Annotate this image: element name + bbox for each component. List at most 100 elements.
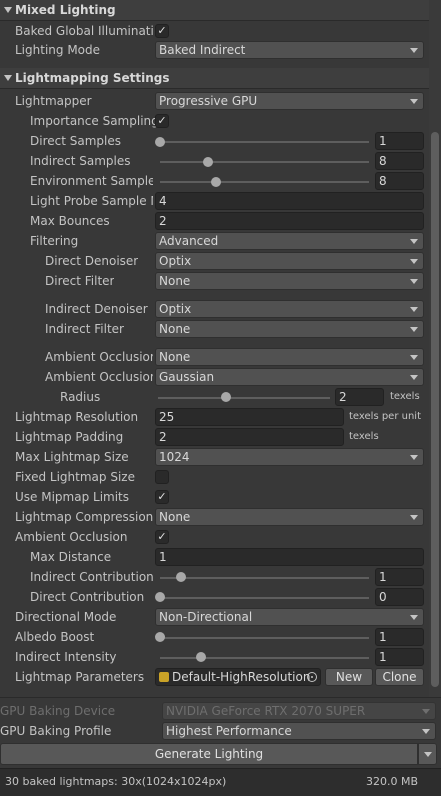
indirect-contribution-field[interactable]: 1 (375, 568, 424, 586)
filtering-dropdown[interactable]: Advanced (155, 232, 424, 250)
directional-mode-value: Non-Directional (159, 610, 253, 624)
indirect-denoiser-value: Optix (159, 302, 192, 316)
radius-knob[interactable] (221, 392, 231, 402)
ao-filter-dropdown[interactable]: Gaussian (155, 368, 424, 386)
indirect-filter-dropdown[interactable]: None (155, 320, 424, 338)
ao-denoiser-dropdown[interactable]: None (155, 348, 424, 366)
filtering-value: Advanced (159, 234, 219, 248)
status-bar: 30 baked lightmaps: 30x(1024x1024px) 320… (0, 768, 441, 796)
indirect-filter-value: None (159, 322, 191, 336)
inspector-scrollbar[interactable] (429, 0, 441, 697)
direct-contribution-knob[interactable] (155, 592, 165, 602)
lighting-mode-value: Baked Indirect (159, 43, 246, 57)
lightmap-padding-field[interactable]: 2 (155, 428, 344, 446)
dropdown-arrow-icon (410, 515, 418, 520)
filtering-label: Filtering (30, 234, 79, 248)
max-bounces-field[interactable]: 2 (155, 212, 424, 230)
lightmap-compression-dropdown[interactable]: None (155, 508, 424, 526)
mixed-lighting-title: Mixed Lighting (15, 3, 116, 17)
dropdown-arrow-icon (410, 48, 418, 53)
object-picker-icon[interactable] (307, 672, 317, 682)
direct-contribution-slider[interactable] (160, 597, 369, 599)
ao-filter-label: Ambient Occlusion (45, 370, 153, 384)
indirect-samples-label: Indirect Samples (30, 154, 131, 168)
dropdown-arrow-icon (410, 239, 418, 244)
lightmap-padding-label: Lightmap Padding (15, 430, 124, 444)
indirect-contribution-slider[interactable] (160, 577, 369, 579)
direct-contribution-field[interactable]: 0 (375, 588, 424, 606)
direct-samples-field[interactable]: 1 (375, 132, 424, 150)
baked-gi-checkbox[interactable]: ✓ (155, 24, 169, 38)
light-probe-field[interactable]: 4 (155, 192, 424, 210)
environment-samples-slider[interactable] (160, 181, 369, 183)
indirect-intensity-slider[interactable] (160, 657, 369, 659)
direct-samples-slider[interactable] (160, 141, 369, 143)
albedo-boost-slider[interactable] (160, 637, 369, 639)
use-mipmap-limits-checkbox[interactable]: ✓ (155, 490, 169, 504)
environment-samples-field[interactable]: 8 (375, 172, 424, 190)
indirect-contribution-knob[interactable] (176, 572, 186, 582)
indirect-samples-slider[interactable] (160, 161, 369, 163)
radius-slider[interactable] (158, 397, 330, 399)
max-lightmap-size-dropdown[interactable]: 1024 (155, 448, 424, 466)
lightmap-parameters-field[interactable]: Default-HighResolution (155, 668, 321, 686)
lightmap-resolution-label: Lightmap Resolution (15, 410, 139, 424)
importance-sampling-checkbox[interactable]: ✓ (155, 114, 169, 128)
radius-unit: texels (390, 391, 420, 402)
max-distance-field[interactable]: 1 (155, 548, 424, 566)
generate-lighting-button[interactable]: Generate Lighting (0, 743, 418, 765)
lightmap-padding-unit: texels (349, 431, 379, 442)
dropdown-arrow-icon (410, 615, 418, 620)
radius-field[interactable]: 2 (335, 388, 384, 406)
use-mipmap-limits-label: Use Mipmap Limits (15, 490, 130, 504)
environment-samples-knob[interactable] (211, 177, 221, 187)
direct-denoiser-value: Optix (159, 254, 192, 268)
direct-denoiser-dropdown[interactable]: Optix (155, 252, 424, 270)
gpu-baking-device-value: NVIDIA GeForce RTX 2070 SUPER (166, 704, 366, 718)
ao-denoiser-value: None (159, 350, 191, 364)
asset-icon (159, 672, 169, 682)
direct-samples-knob[interactable] (155, 137, 165, 147)
lightmapping-settings-header[interactable]: Lightmapping Settings (0, 68, 429, 89)
lightmap-parameters-label: Lightmap Parameters (15, 670, 145, 684)
lightmap-parameters-value: Default-HighResolution (172, 670, 311, 684)
max-bounces-label: Max Bounces (30, 214, 110, 228)
directional-mode-dropdown[interactable]: Non-Directional (155, 608, 424, 626)
direct-samples-label: Direct Samples (30, 134, 121, 148)
generate-lighting-options-button[interactable] (418, 743, 437, 765)
new-button[interactable]: New (325, 668, 373, 686)
ao-filter-value: Gaussian (159, 370, 215, 384)
ambient-occlusion-checkbox[interactable]: ✓ (155, 530, 169, 544)
light-probe-label: Light Probe Sample Multiplier (30, 194, 153, 208)
dropdown-arrow-icon (422, 729, 430, 734)
environment-samples-label: Environment Samples (30, 174, 153, 188)
gpu-baking-device-label: GPU Baking Device (0, 704, 116, 718)
clone-button[interactable]: Clone (375, 668, 424, 686)
lightmaps-size: 320.0 MB (366, 775, 419, 788)
gpu-baking-profile-dropdown[interactable]: Highest Performance (162, 722, 436, 740)
directional-mode-label: Directional Mode (15, 610, 117, 624)
mixed-lighting-header[interactable]: Mixed Lighting (0, 0, 429, 21)
indirect-intensity-field[interactable]: 1 (375, 648, 424, 666)
indirect-samples-field[interactable]: 8 (375, 152, 424, 170)
max-lightmap-size-label: Max Lightmap Size (15, 450, 129, 464)
indirect-intensity-knob[interactable] (196, 652, 206, 662)
lightmapper-dropdown[interactable]: Progressive GPU (155, 92, 424, 110)
albedo-boost-field[interactable]: 1 (375, 628, 424, 646)
dropdown-arrow-icon (410, 455, 418, 460)
lightmapping-settings-title: Lightmapping Settings (15, 71, 170, 85)
albedo-boost-knob[interactable] (155, 632, 165, 642)
indirect-samples-knob[interactable] (203, 157, 213, 167)
direct-filter-dropdown[interactable]: None (155, 272, 424, 290)
section-divider (0, 697, 441, 698)
lightmap-resolution-field[interactable]: 25 (155, 408, 344, 426)
indirect-denoiser-dropdown[interactable]: Optix (155, 300, 424, 318)
foldout-arrow-icon (4, 75, 12, 81)
lighting-mode-dropdown[interactable]: Baked Indirect (155, 41, 424, 59)
gpu-baking-profile-label: GPU Baking Profile (0, 724, 112, 738)
fixed-lightmap-size-checkbox[interactable] (155, 470, 169, 484)
dropdown-arrow-icon (424, 752, 432, 757)
lightmap-compression-value: None (159, 510, 191, 524)
dropdown-arrow-icon (410, 375, 418, 380)
scrollbar-thumb[interactable] (431, 132, 439, 687)
